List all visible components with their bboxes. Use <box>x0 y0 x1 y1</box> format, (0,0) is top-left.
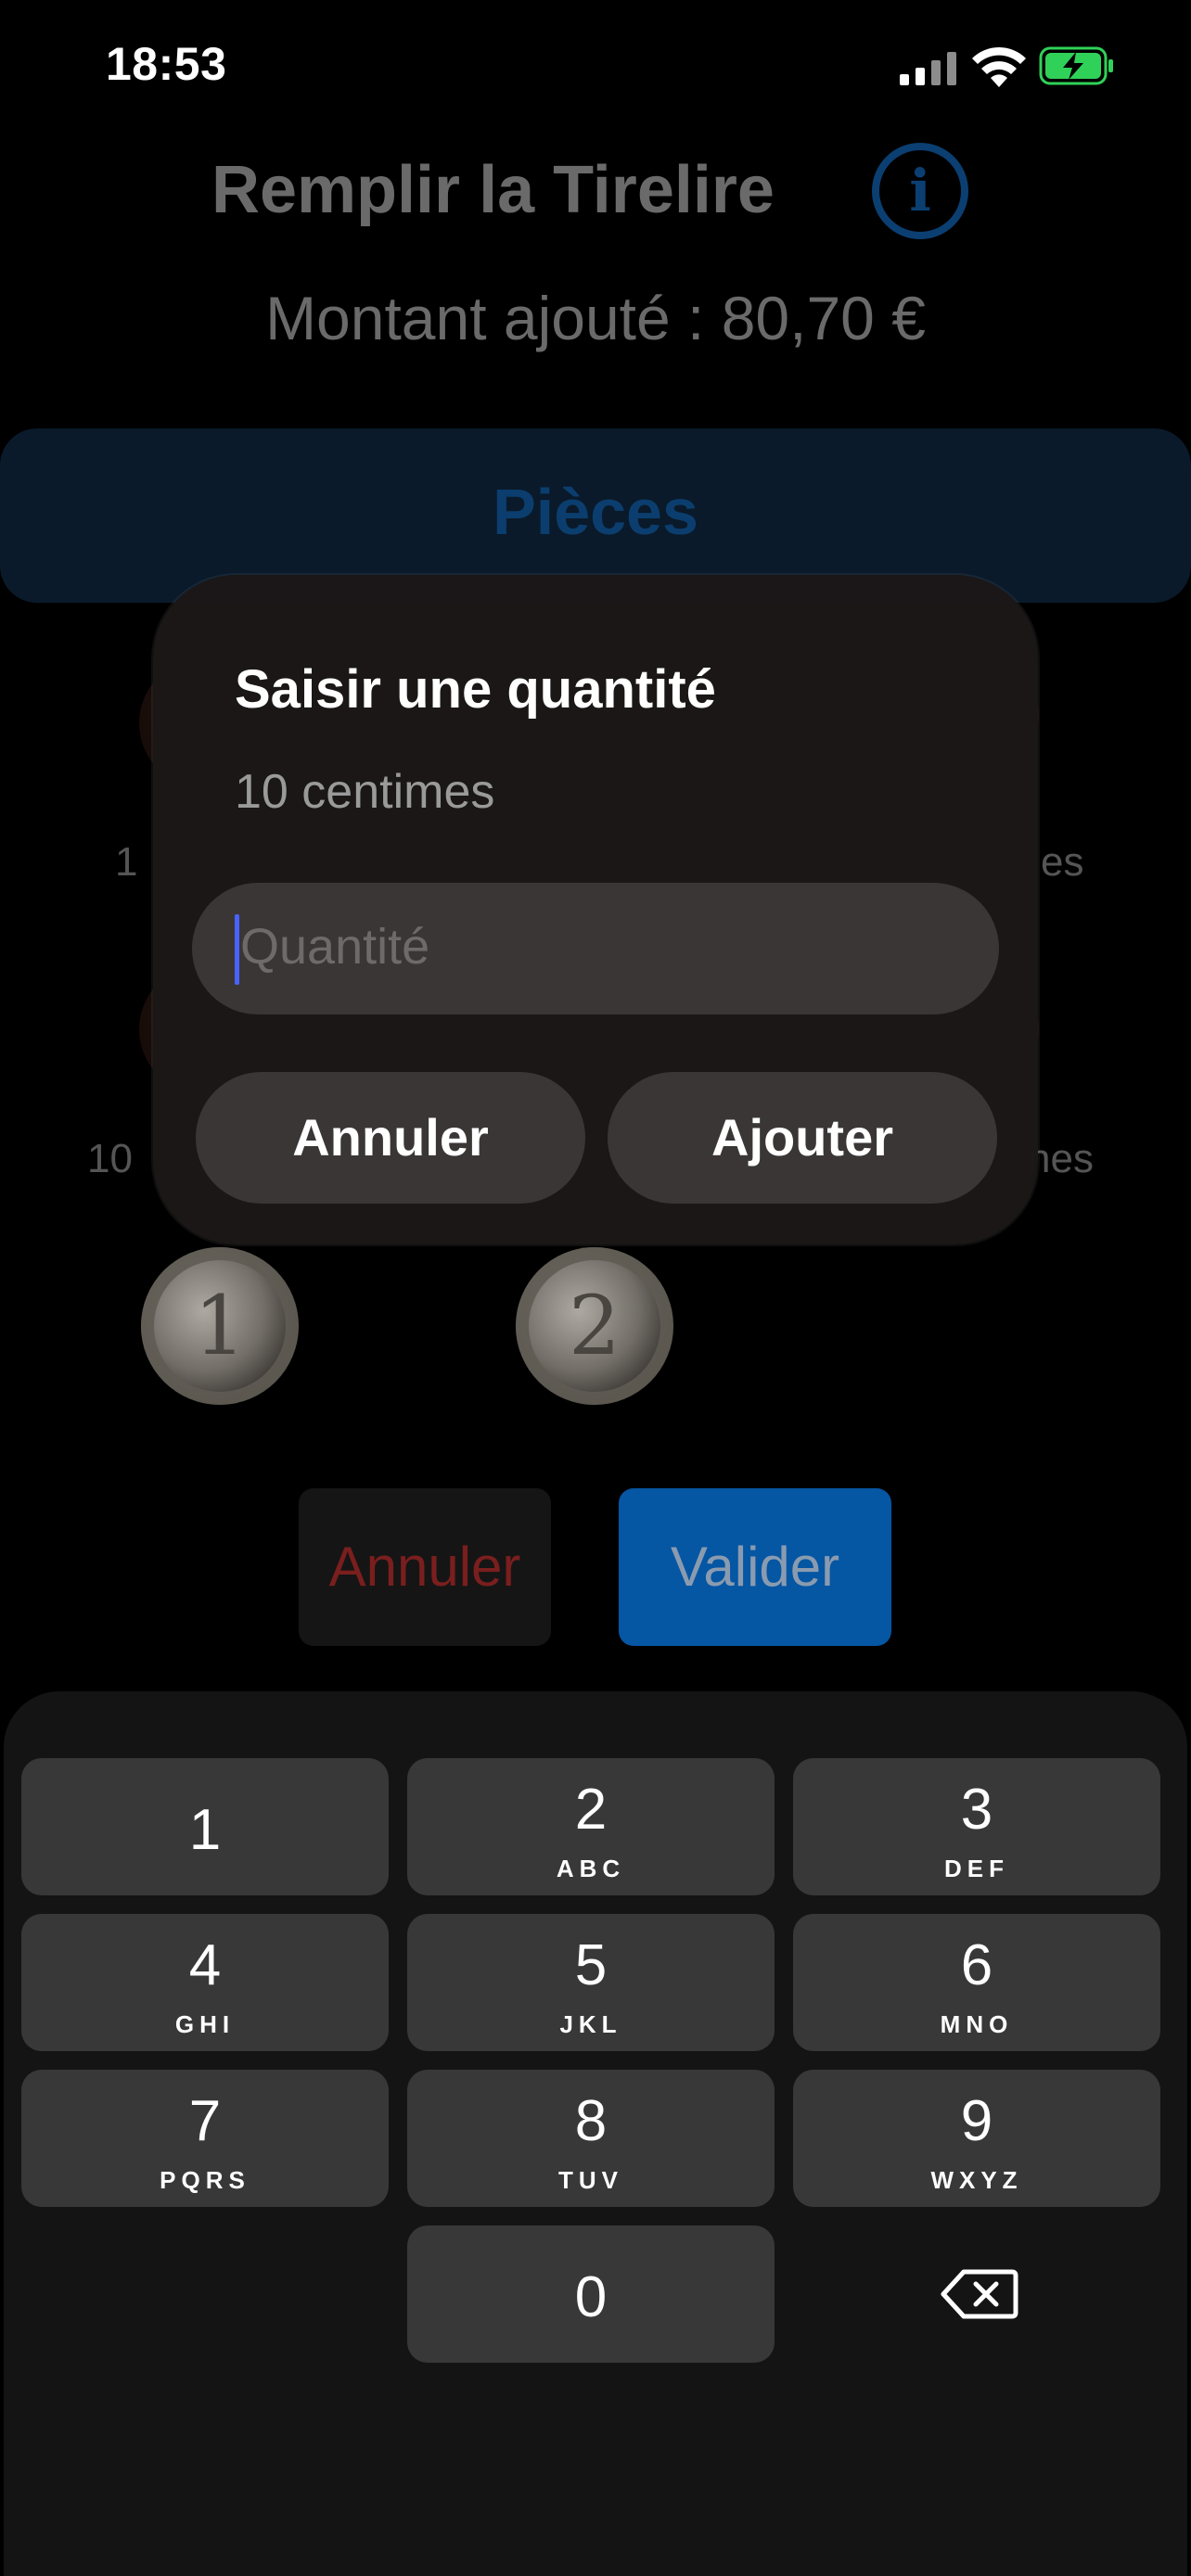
key-letters: GHI <box>174 2010 236 2038</box>
numeric-keypad: 1 2 ABC 3 DEF 4 GHI 5 JKL 6 MNO 7 PQRS 8… <box>4 1691 1187 2576</box>
quantity-dialog: Saisir une quantité 10 centimes Quantité… <box>153 575 1038 1244</box>
key-digit: 7 <box>188 2089 222 2153</box>
key-digit: 9 <box>960 2089 993 2153</box>
key-digit: 8 <box>574 2089 608 2153</box>
dialog-add-button[interactable]: Ajouter <box>608 1072 997 1204</box>
dialog-title: Saisir une quantité <box>235 659 716 720</box>
delete-key[interactable] <box>793 2225 1160 2363</box>
validate-button[interactable]: Valider <box>619 1488 891 1646</box>
key-letters: DEF <box>944 1855 1009 1882</box>
header: Remplir la Tirelire i <box>0 139 1191 250</box>
key-2[interactable]: 2 ABC <box>407 1758 775 1895</box>
key-7[interactable]: 7 PQRS <box>21 2070 389 2207</box>
cancel-button[interactable]: Annuler <box>299 1488 551 1646</box>
quantity-input-placeholder: Quantité <box>240 919 430 975</box>
coin-label: es <box>1041 839 1084 885</box>
key-4[interactable]: 4 GHI <box>21 1914 389 2051</box>
tab-pieces-label: Pièces <box>493 476 698 548</box>
battery-charging-icon <box>1039 46 1113 85</box>
key-digit: 5 <box>574 1933 608 1997</box>
key-letters: TUV <box>558 2166 623 2194</box>
key-3[interactable]: 3 DEF <box>793 1758 1160 1895</box>
key-9[interactable]: 9 WXYZ <box>793 2070 1160 2207</box>
key-letters: JKL <box>559 2010 622 2038</box>
key-1[interactable]: 1 <box>21 1758 389 1895</box>
status-time: 18:53 <box>106 38 227 90</box>
delete-backspace-icon <box>941 2269 1018 2319</box>
coin-1-euro[interactable]: 1 <box>141 1247 299 1405</box>
coin-2-euro[interactable]: 2 <box>516 1247 673 1405</box>
dialog-subtitle: 10 centimes <box>235 765 495 819</box>
key-digit: 2 <box>574 1778 608 1842</box>
text-caret <box>235 914 239 985</box>
key-digit: 0 <box>574 2265 608 2329</box>
cellular-signal-icon <box>900 52 956 85</box>
amount-added-label: Montant ajouté : 80,70 € <box>265 284 926 352</box>
key-letters: MNO <box>940 2010 1014 2038</box>
key-digit: 1 <box>188 1798 222 1862</box>
key-letters: WXYZ <box>930 2166 1023 2194</box>
key-digit: 6 <box>960 1933 993 1997</box>
page-title: Remplir la Tirelire <box>211 153 775 227</box>
key-digit: 4 <box>188 1933 222 1997</box>
key-letters: PQRS <box>160 2166 250 2194</box>
status-bar: 18:53 <box>0 0 1191 139</box>
info-icon[interactable]: i <box>872 143 968 239</box>
key-6[interactable]: 6 MNO <box>793 1914 1160 2051</box>
key-0[interactable]: 0 <box>407 2225 775 2363</box>
coin-label: 1 <box>115 839 138 885</box>
quantity-input[interactable]: Quantité <box>192 883 999 1014</box>
coin-label: 10 <box>87 1136 133 1181</box>
key-8[interactable]: 8 TUV <box>407 2070 775 2207</box>
key-digit: 3 <box>960 1778 993 1842</box>
wifi-icon <box>972 46 1026 87</box>
dialog-cancel-button[interactable]: Annuler <box>196 1072 585 1204</box>
key-letters: ABC <box>556 1855 626 1882</box>
key-5[interactable]: 5 JKL <box>407 1914 775 2051</box>
